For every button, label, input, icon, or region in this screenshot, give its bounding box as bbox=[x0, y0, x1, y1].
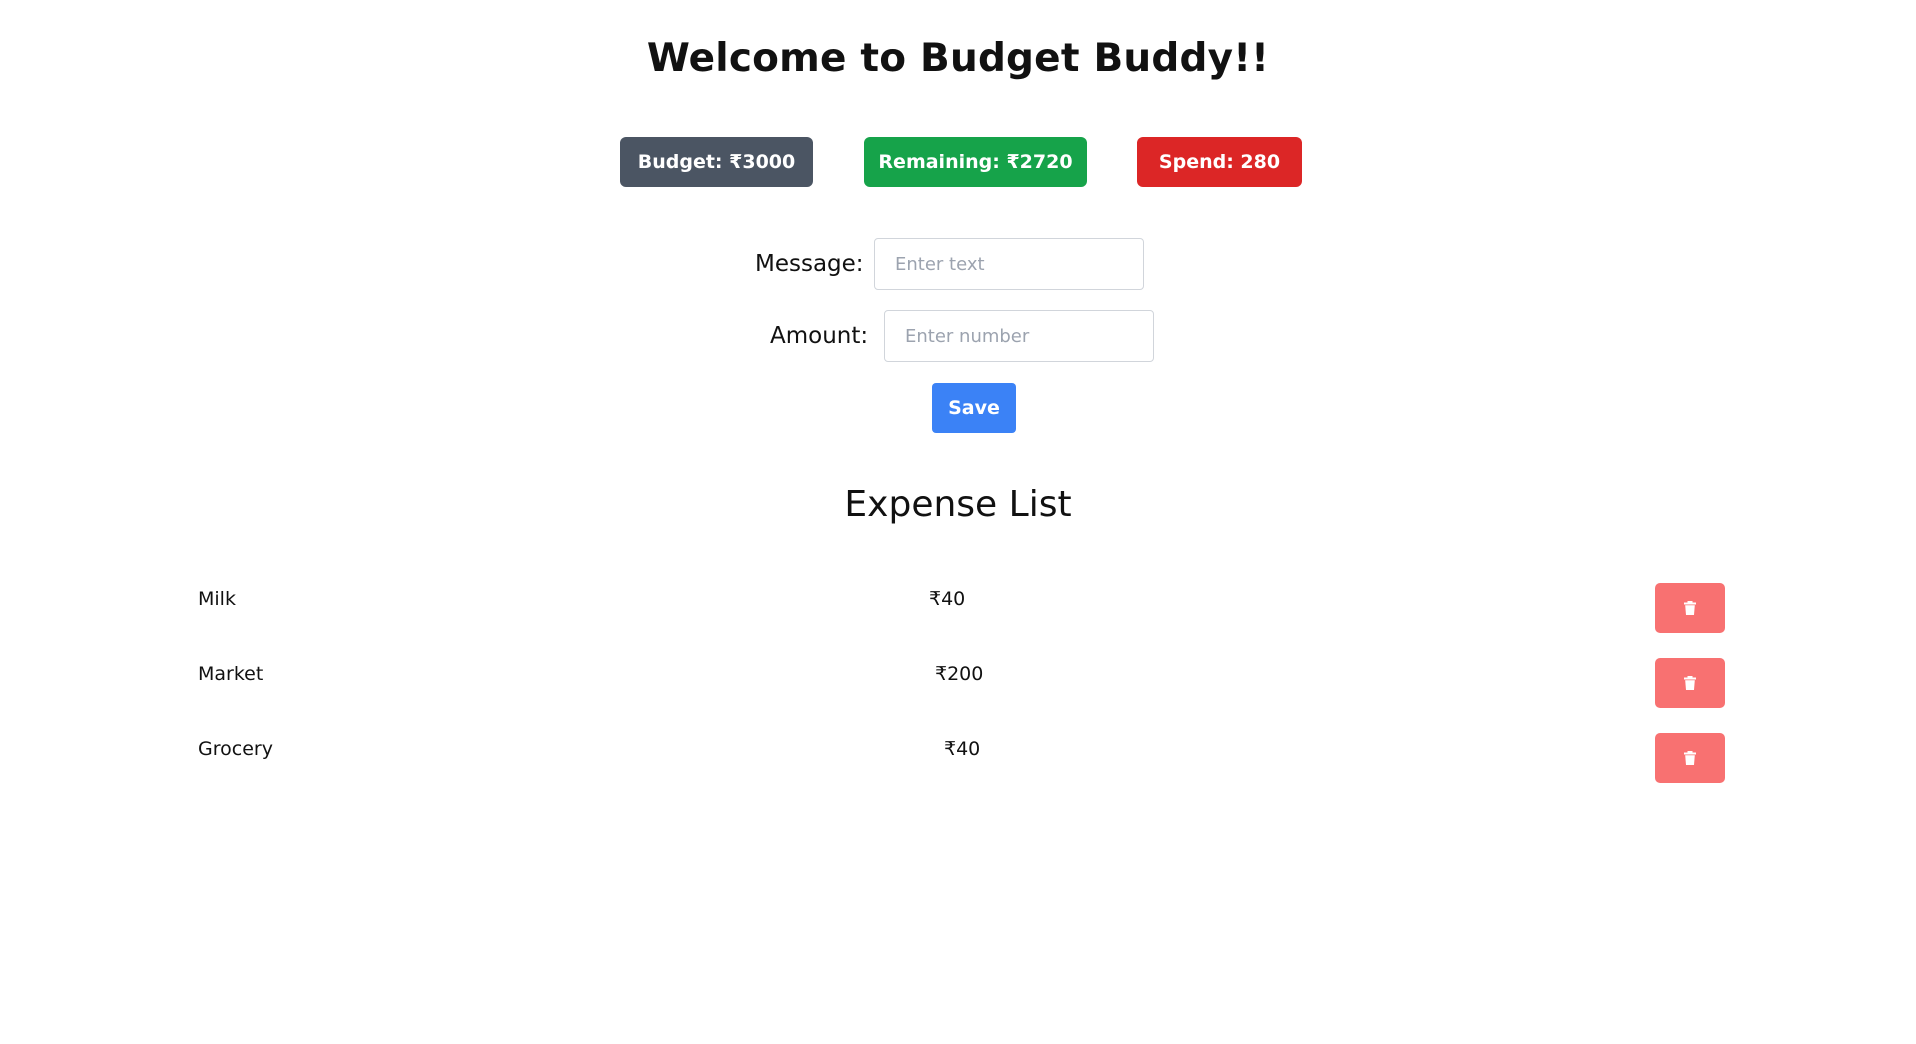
expense-amount: ₹200 bbox=[935, 663, 984, 685]
list-item: Market ₹200 bbox=[0, 658, 1916, 708]
message-input[interactable] bbox=[874, 238, 1144, 290]
save-button[interactable]: Save bbox=[932, 383, 1016, 433]
delete-button[interactable] bbox=[1655, 583, 1725, 633]
trash-icon bbox=[1684, 601, 1696, 615]
budget-badge: Budget: ₹3000 bbox=[620, 137, 813, 187]
expense-amount: ₹40 bbox=[944, 738, 981, 760]
expense-amount: ₹40 bbox=[929, 588, 966, 610]
spend-badge: Spend: 280 bbox=[1137, 137, 1302, 187]
budget-buddy-page: Welcome to Budget Buddy!! Budget: ₹3000 … bbox=[0, 0, 1916, 1044]
expense-name: Market bbox=[198, 663, 264, 685]
page-title: Welcome to Budget Buddy!! bbox=[646, 36, 1270, 81]
trash-icon bbox=[1684, 676, 1696, 690]
expense-name: Grocery bbox=[198, 738, 273, 760]
message-label: Message: bbox=[755, 251, 864, 277]
list-item: Milk ₹40 bbox=[0, 583, 1916, 633]
list-item: Grocery ₹40 bbox=[0, 733, 1916, 783]
delete-button[interactable] bbox=[1655, 733, 1725, 783]
trash-icon bbox=[1684, 751, 1696, 765]
amount-input[interactable] bbox=[884, 310, 1154, 362]
expense-list-heading: Expense List bbox=[844, 484, 1072, 525]
expense-name: Milk bbox=[198, 588, 236, 610]
remaining-badge: Remaining: ₹2720 bbox=[864, 137, 1087, 187]
delete-button[interactable] bbox=[1655, 658, 1725, 708]
amount-label: Amount: bbox=[770, 323, 869, 349]
